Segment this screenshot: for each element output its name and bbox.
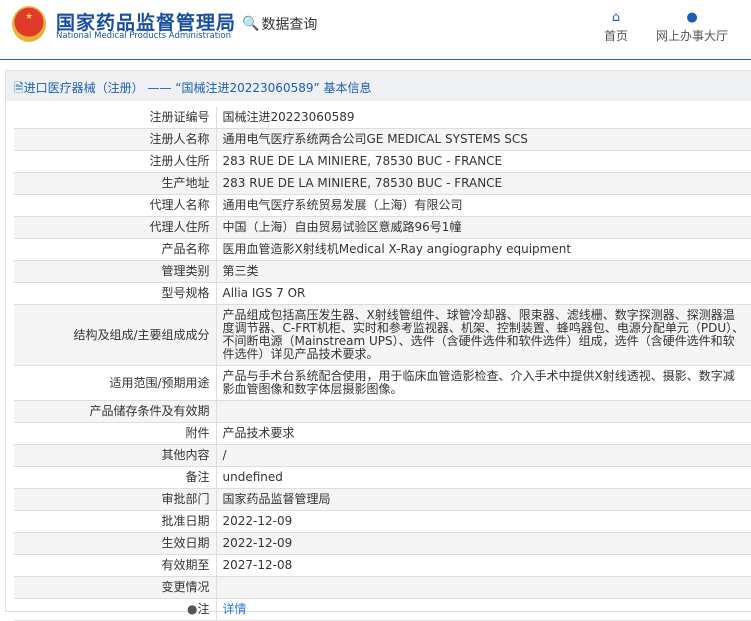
row-value: / [216,444,751,467]
row-label: 附件 [14,422,217,445]
row-value [216,576,751,599]
site-header: ★ 国家药品监督管理局 National Medical Products Ad… [0,0,751,60]
row-label: 产品储存条件及有效期 [14,400,217,423]
table-row: 管理类别 第三类 [14,260,751,283]
row-label: 变更情况 [14,576,217,599]
table-row: 有效期至 2027-12-08 [14,554,751,577]
row-value: 通用电气医疗系统两合公司GE MEDICAL SYSTEMS SCS [216,128,751,151]
nav-home[interactable]: ⌂ 首页 [604,10,628,44]
row-value: 国械注进20223060589 [216,107,751,129]
row-label: 审批部门 [14,488,217,511]
row-value: 产品组成包括高压发生器、X射线管组件、球管冷却器、限束器、滤线栅、数字探测器、探… [216,304,751,366]
row-label: 生产地址 [14,172,217,195]
row-label: 型号规格 [14,282,217,305]
row-label: 结构及组成/主要组成成分 [14,304,217,366]
row-value: 2027-12-08 [216,554,751,577]
table-row: 附件 产品技术要求 [14,422,751,445]
logo-subtitle: National Medical Products Administration [56,31,231,41]
note-label: ●注 [14,598,217,621]
detail-table: 注册证编号 国械注进20223060589 注册人名称 通用电气医疗系统两合公司GE … [14,107,751,621]
document-search-icon: 🔍 [242,16,260,32]
row-label: 产品名称 [14,238,217,261]
row-label: 有效期至 [14,554,217,577]
row-value: 国家药品监督管理局 [216,488,751,511]
detail-panel: 🗎进口医疗器械（注册） —— “国械注进20223060589” 基本信息 注册… [5,70,751,621]
table-row: 产品储存条件及有效期 [14,400,751,423]
row-label: 管理类别 [14,260,217,283]
row-label: 批准日期 [14,510,217,533]
data-query-link[interactable]: 🔍 数据查询 [242,14,317,34]
table-row-note: ●注 详情 [14,598,751,621]
nav-online-hall[interactable]: ● 网上办事大厅 [656,10,728,44]
row-value: 中国（上海）自由贸易试验区意威路96号1幢 [216,216,751,239]
table-row: 注册人名称 通用电气医疗系统两合公司GE MEDICAL SYSTEMS SCS [14,128,751,151]
row-label: 代理人名称 [14,194,217,217]
table-row: 注册人住所 283 RUE DE LA MINIERE, 78530 BUC - … [14,150,751,173]
row-value [216,400,751,423]
row-value: 2022-12-09 [216,532,751,555]
table-row: 批准日期 2022-12-09 [14,510,751,533]
national-emblem-logo: ★ [12,6,46,42]
home-icon: ⌂ [611,10,621,25]
row-value: Allia IGS 7 OR [216,282,751,305]
table-row: 适用范围/预期用途 产品与手术台系统配合使用，用于临床血管造影检查、介入手术中提供… [14,365,751,401]
user-icon: ● [686,10,698,25]
row-label: 适用范围/预期用途 [14,365,217,401]
details-link[interactable]: 详情 [223,602,247,616]
pin-icon: ● [187,602,198,616]
table-row: 代理人名称 通用电气医疗系统贸易发展（上海）有限公司 [14,194,751,217]
row-value: 通用电气医疗系统贸易发展（上海）有限公司 [216,194,751,217]
row-value: 医用血管造影X射线机Medical X-Ray angiography equi… [216,238,751,261]
table-row: 审批部门 国家药品监督管理局 [14,488,751,511]
document-icon: 🗎 [14,81,24,95]
row-value: 第三类 [216,260,751,283]
table-row: 变更情况 [14,576,751,599]
row-value: 产品与手术台系统配合使用，用于临床血管造影检查、介入手术中提供X射线透视、摄影、… [216,365,751,401]
table-row: 产品名称 医用血管造影X射线机Medical X-Ray angiography … [14,238,751,261]
table-row: 型号规格 Allia IGS 7 OR [14,282,751,305]
row-label: 注册人住所 [14,150,217,173]
table-row: 生效日期 2022-12-09 [14,532,751,555]
panel-title: 🗎进口医疗器械（注册） —— “国械注进20223060589” 基本信息 [6,71,751,101]
table-row: 代理人住所 中国（上海）自由贸易试验区意威路96号1幢 [14,216,751,239]
row-label: 代理人住所 [14,216,217,239]
table-row: 结构及组成/主要组成成分 产品组成包括高压发生器、X射线管组件、球管冷却器、限束器… [14,304,751,366]
row-label: 其他内容 [14,444,217,467]
row-value: 283 RUE DE LA MINIERE, 78530 BUC - FRANC… [216,172,751,195]
row-label: 备注 [14,466,217,489]
row-label: 生效日期 [14,532,217,555]
table-row: 生产地址 283 RUE DE LA MINIERE, 78530 BUC - F… [14,172,751,195]
row-label: 注册证编号 [14,107,217,129]
row-value: 2022-12-09 [216,510,751,533]
table-row: 备注 undefined [14,466,751,489]
row-value: 283 RUE DE LA MINIERE, 78530 BUC - FRANC… [216,150,751,173]
row-label: 注册人名称 [14,128,217,151]
table-row: 其他内容 / [14,444,751,467]
row-value: undefined [216,466,751,489]
row-value: 产品技术要求 [216,422,751,445]
table-row: 注册证编号 国械注进20223060589 [14,107,751,129]
